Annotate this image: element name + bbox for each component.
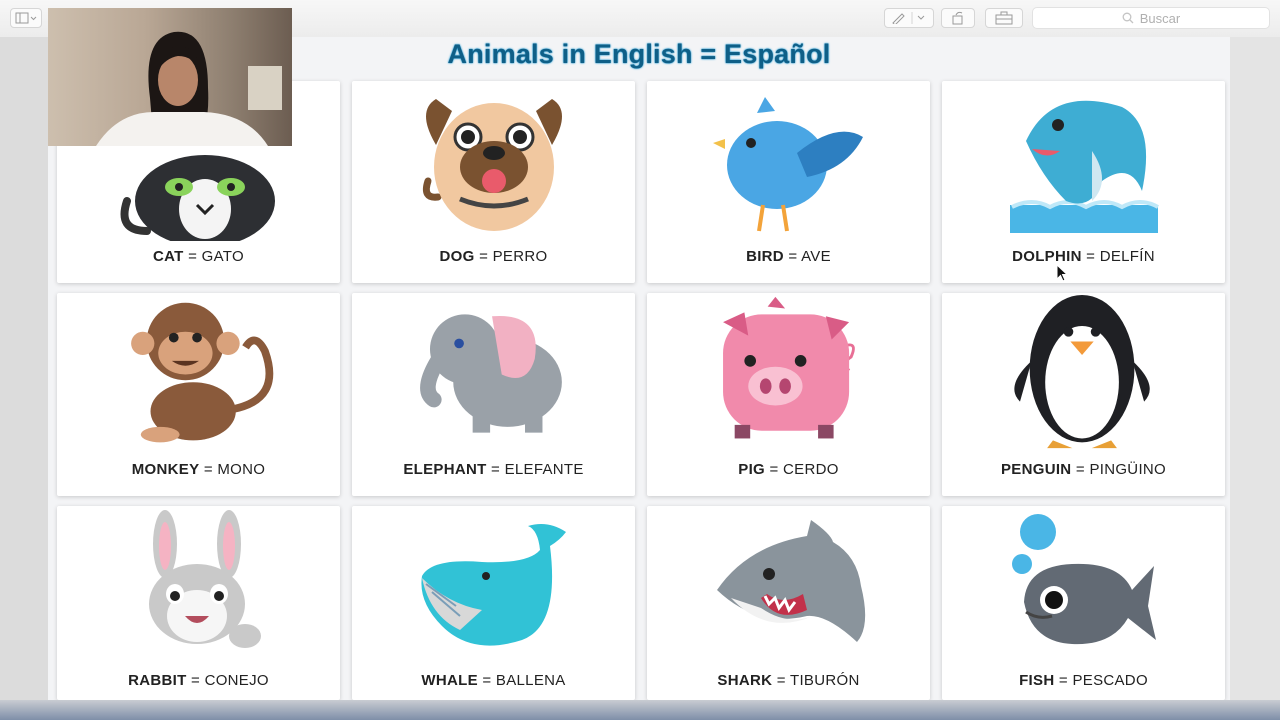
card-label: ELEPHANT = ELEFANTE	[403, 461, 584, 478]
sidebar-toggle-button[interactable]	[10, 8, 42, 28]
card-label: MONKEY = MONO	[131, 461, 266, 478]
card-label: BIRD = AVE	[746, 248, 831, 265]
card-label: WHALE = BALLENA	[421, 672, 566, 689]
animal-card-whale: WHALE = BALLENA	[352, 506, 635, 700]
monkey-icon	[131, 302, 274, 443]
fish-icon	[1012, 514, 1156, 645]
pig-icon	[723, 296, 855, 439]
card-label: DOLPHIN = DELFÍN	[1012, 248, 1155, 265]
animal-card-pig: PIG = CERDO	[647, 293, 930, 496]
card-label: SHARK = TIBURÓN	[717, 672, 860, 689]
whale-icon	[421, 524, 566, 646]
animal-card-penguin: PENGUIN = PINGÜINO	[942, 293, 1225, 496]
webcam-overlay	[48, 8, 292, 146]
mouse-cursor-icon	[1056, 263, 1069, 287]
bottom-desktop-strip	[0, 700, 1280, 720]
card-label: PENGUIN = PINGÜINO	[1000, 461, 1167, 478]
bird-icon	[713, 97, 863, 232]
search-icon	[1122, 12, 1134, 24]
penguin-icon	[1014, 294, 1150, 449]
search-input[interactable]: Buscar	[1032, 7, 1270, 29]
left-margin	[0, 37, 48, 700]
animal-card-rabbit: RABBIT = CONEJO	[57, 506, 340, 700]
markup-button[interactable]	[884, 8, 934, 28]
animal-card-elephant: ELEPHANT = ELEFANTE	[352, 293, 635, 496]
animal-card-bird: BIRD = AVE	[647, 81, 930, 283]
animal-card-fish: FISH = PESCADO	[942, 506, 1225, 700]
right-margin	[1230, 37, 1280, 700]
toolbox-button[interactable]	[985, 8, 1023, 28]
animal-card-shark: SHARK = TIBURÓN	[647, 506, 930, 700]
card-label: DOG = PERRO	[439, 248, 548, 265]
pen-icon	[892, 12, 925, 24]
animal-card-dog: DOG = PERRO	[352, 81, 635, 283]
sidebar-icon	[15, 12, 37, 24]
rabbit-icon	[149, 510, 261, 648]
card-label: CAT = GATO	[153, 248, 244, 265]
card-label: RABBIT = CONEJO	[128, 672, 269, 689]
shark-icon	[717, 520, 866, 642]
rotate-button[interactable]	[941, 8, 975, 28]
elephant-icon	[420, 314, 562, 433]
presenter-avatar	[96, 31, 282, 146]
card-label: PIG = CERDO	[738, 461, 839, 478]
animal-card-dolphin: DOLPHIN = DELFÍN	[942, 81, 1225, 283]
animal-card-monkey: MONKEY = MONO	[57, 293, 340, 496]
rotate-icon	[952, 11, 963, 25]
dolphin-icon	[1010, 100, 1159, 233]
card-label: FISH = PESCADO	[1019, 672, 1148, 689]
dog-icon	[422, 99, 562, 231]
toolbox-icon	[995, 11, 1013, 25]
search-placeholder: Buscar	[1139, 10, 1181, 26]
